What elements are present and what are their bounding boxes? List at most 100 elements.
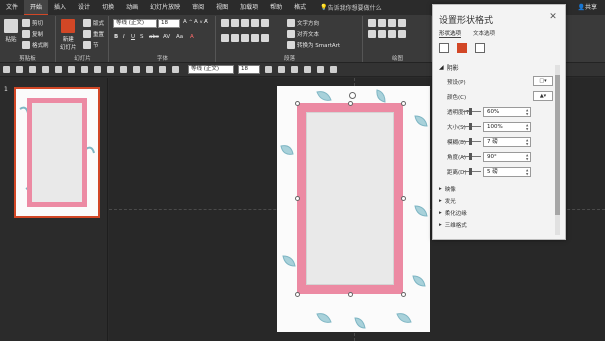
blur-input[interactable]: 7 磅 <box>483 136 531 147</box>
start-slideshow-icon[interactable] <box>55 66 62 73</box>
resize-handle-br[interactable] <box>401 292 406 297</box>
tab-home[interactable]: 开始 <box>24 0 49 15</box>
bullets-button[interactable] <box>221 19 269 27</box>
tab-view[interactable]: 视图 <box>210 0 234 15</box>
repeat-icon[interactable] <box>42 66 49 73</box>
font-name-select[interactable]: 等线 (正文) <box>113 19 157 28</box>
reset-button[interactable]: 重置 <box>83 30 104 38</box>
qat-font-size[interactable]: 18 <box>238 65 260 74</box>
paste-button[interactable]: 粘贴 <box>4 19 18 43</box>
bullets-qat-icon[interactable] <box>94 66 101 73</box>
resize-handle-t[interactable] <box>348 101 353 106</box>
slide-thumbnail[interactable] <box>14 87 100 218</box>
resize-handle-tr[interactable] <box>401 101 406 106</box>
slide-canvas[interactable] <box>277 86 430 332</box>
resize-handle-tl[interactable] <box>295 101 300 106</box>
smartart-button[interactable]: 转换为 SmartArt <box>287 41 340 49</box>
grow-font-button[interactable]: A ^ <box>183 19 193 25</box>
shapes-gallery[interactable] <box>368 19 406 27</box>
shrink-font-qat-icon[interactable] <box>278 66 285 73</box>
resize-handle-l[interactable] <box>295 196 300 201</box>
underline-button[interactable]: U <box>131 34 135 40</box>
reflection-section[interactable]: ▸ 映像 <box>439 183 557 195</box>
resize-handle-r[interactable] <box>401 196 406 201</box>
transparency-slider[interactable] <box>463 108 481 115</box>
angle-input[interactable]: 90° <box>483 151 531 162</box>
undo-icon[interactable] <box>16 66 23 73</box>
grow-font-qat-icon[interactable] <box>265 66 272 73</box>
pane-scrollbar-thumb[interactable] <box>555 75 560 215</box>
tab-transitions[interactable]: 切换 <box>96 0 120 15</box>
cut-button[interactable]: 剪切 <box>22 19 43 27</box>
format-painter-button[interactable]: 格式刷 <box>22 41 49 49</box>
new-file-icon[interactable] <box>68 66 75 73</box>
paragraph-qat-icon[interactable] <box>291 66 298 73</box>
layout-button[interactable]: 版式 <box>83 19 104 27</box>
tab-insert[interactable]: 插入 <box>48 0 72 15</box>
tab-format[interactable]: 格式 <box>288 0 312 15</box>
angle-slider[interactable] <box>463 153 481 160</box>
glow-section[interactable]: ▸ 发光 <box>439 195 557 207</box>
soft-edges-section[interactable]: ▸ 柔化边缘 <box>439 207 557 219</box>
tab-text-options[interactable]: 文本选项 <box>473 29 495 37</box>
copy-button[interactable]: 复制 <box>22 30 43 38</box>
tab-addins[interactable]: 加载项 <box>234 0 264 15</box>
bold-qat-icon[interactable] <box>133 66 140 73</box>
char-spacing-button[interactable]: AV <box>163 34 170 40</box>
align-center-qat-icon[interactable] <box>317 66 324 73</box>
size-slider[interactable] <box>463 123 481 130</box>
align-right-qat-icon[interactable] <box>330 66 337 73</box>
distance-input[interactable]: 5 磅 <box>483 166 531 177</box>
tab-file[interactable]: 文件 <box>0 0 24 15</box>
tab-design[interactable]: 设计 <box>72 0 96 15</box>
size-input[interactable]: 100% <box>483 121 531 132</box>
resize-handle-b[interactable] <box>348 292 353 297</box>
bold-button[interactable]: B <box>114 34 118 40</box>
tab-shape-options[interactable]: 形状选项 <box>439 29 462 38</box>
change-case-button[interactable]: Aa <box>176 34 183 40</box>
align-left-qat-icon[interactable] <box>304 66 311 73</box>
shadow-section-header[interactable]: ◢ 阴影 <box>439 63 557 72</box>
italic-button[interactable]: I <box>123 34 125 40</box>
section-button[interactable]: 节 <box>83 41 99 49</box>
italic-qat-icon[interactable] <box>146 66 153 73</box>
tell-me-box[interactable]: 💡 告诉我你想要做什么 <box>320 3 382 12</box>
tab-review[interactable]: 审阅 <box>186 0 210 15</box>
shapes-gallery-row2[interactable] <box>368 30 406 38</box>
strike-button[interactable]: abc <box>149 34 159 40</box>
close-icon[interactable]: ✕ <box>547 11 559 23</box>
open-file-icon[interactable] <box>81 66 88 73</box>
align-text-button[interactable]: 对齐文本 <box>287 30 319 38</box>
tab-animations[interactable]: 动画 <box>120 0 144 15</box>
share-button[interactable]: 👤共享 <box>578 0 598 15</box>
font-color-button[interactable]: A <box>190 34 194 40</box>
align-qat-icon[interactable] <box>120 66 127 73</box>
preset-dropdown[interactable]: □▾ <box>533 76 553 86</box>
shadow-button[interactable]: S <box>140 34 144 40</box>
resize-handle-bl[interactable] <box>295 292 300 297</box>
numbering-qat-icon[interactable] <box>107 66 114 73</box>
shrink-font-button[interactable]: Av <box>194 19 202 25</box>
size-properties-icon[interactable] <box>475 43 485 53</box>
blur-slider[interactable] <box>463 138 481 145</box>
fill-line-icon[interactable] <box>439 43 449 53</box>
text-direction-button[interactable]: 文字方向 <box>287 19 319 27</box>
alignment-buttons[interactable] <box>221 34 269 42</box>
rotate-handle[interactable] <box>349 92 356 99</box>
qat-font-name[interactable]: 等线 (正文) <box>188 65 234 74</box>
clear-format-icon[interactable]: A̸ <box>204 19 208 25</box>
underline-qat-icon[interactable] <box>159 66 166 73</box>
shadow-qat-icon[interactable] <box>172 66 179 73</box>
tab-help[interactable]: 帮助 <box>264 0 288 15</box>
3d-format-section[interactable]: ▸ 三维格式 <box>439 219 557 231</box>
font-size-select[interactable]: 18 <box>158 19 180 28</box>
effects-icon[interactable] <box>457 43 467 53</box>
new-slide-button[interactable]: 新建 幻灯片 <box>60 19 77 51</box>
pink-frame[interactable] <box>297 103 403 294</box>
transparency-input[interactable]: 60% <box>483 106 531 117</box>
save-icon[interactable] <box>3 66 10 73</box>
tab-slideshow[interactable]: 幻灯片放映 <box>144 0 186 15</box>
color-dropdown[interactable]: ▲▾ <box>533 91 553 101</box>
distance-slider[interactable] <box>463 168 481 175</box>
redo-icon[interactable] <box>29 66 36 73</box>
